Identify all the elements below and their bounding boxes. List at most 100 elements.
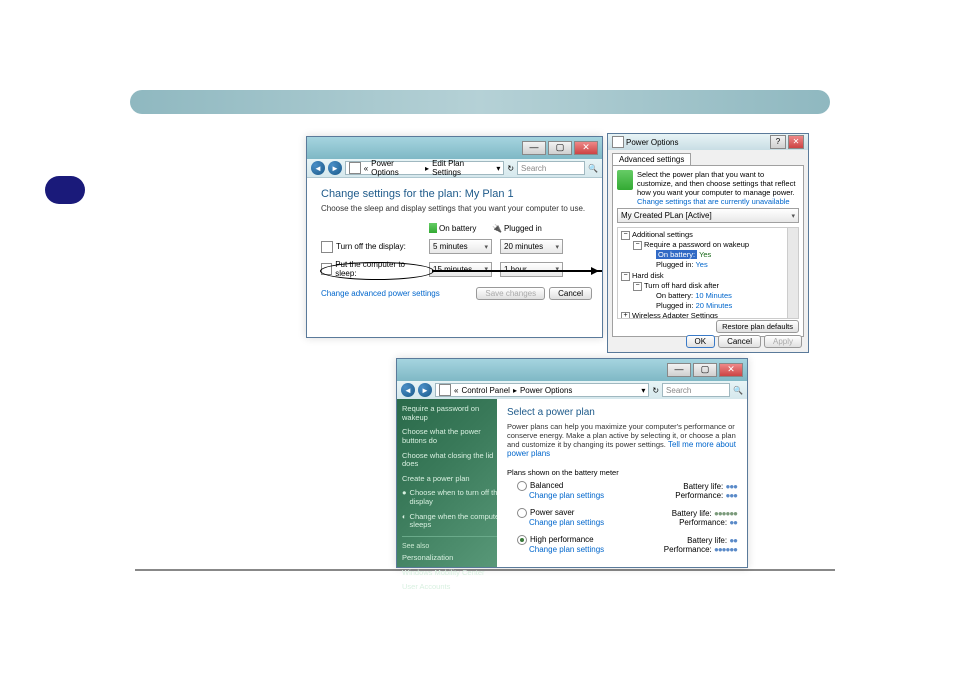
sleep-plugged-select[interactable]: 1 hour▾ [500,262,563,277]
bullet-icon: ● [402,489,407,506]
advanced-settings-link[interactable]: Change advanced power settings [321,289,440,298]
display-plugged-select[interactable]: 20 minutes▾ [500,239,563,254]
battery-icon [429,223,437,233]
collapse-icon[interactable]: − [633,241,642,250]
plan-select[interactable]: My Created PLan [Active]▾ [617,208,799,223]
note-pill [45,176,85,204]
nav-bar: ◄ ► « Power Options ▸ Edit Plan Settings… [307,159,602,178]
crumb[interactable]: Power Options [520,386,572,395]
radio-button[interactable] [517,535,527,545]
search-icon[interactable]: 🔍 [588,164,598,173]
search-input[interactable]: Search [662,383,730,397]
collapse-icon[interactable]: − [633,282,642,291]
dialog-titlebar[interactable]: Power Options ?✕ [608,134,808,150]
refresh-icon[interactable]: ↻ [507,164,514,173]
display-row: Turn off the display: 5 minutes▾ 20 minu… [321,239,588,254]
content-area: Change settings for the plan: My Plan 1 … [307,178,602,308]
search-icon[interactable]: 🔍 [733,386,743,395]
selected-item[interactable]: On battery: [656,250,697,259]
plug-icon: 🔌 [492,224,502,233]
address-bar[interactable]: « Control Panel ▸ Power Options ▾ [435,383,649,397]
change-unavailable-link[interactable]: Change settings that are currently unava… [637,197,790,206]
collapse-icon[interactable]: − [621,231,630,240]
change-plan-link[interactable]: Change plan settings [529,518,604,527]
page-subtitle: Choose the sleep and display settings th… [321,204,588,213]
forward-button[interactable]: ► [328,161,342,175]
separator [402,536,502,537]
maximize-button[interactable]: ▢ [548,141,572,155]
tab-advanced[interactable]: Advanced settings [612,153,691,165]
power-icon [439,384,451,396]
close-button[interactable]: ✕ [788,135,804,149]
page-title: Select a power plan [507,407,737,418]
battery-icon [617,170,633,190]
description-row: Select the power plan that you want to c… [617,170,799,206]
maximize-button[interactable]: ▢ [693,363,717,377]
sleep-icon [321,263,332,275]
radio-button[interactable] [517,481,527,491]
expand-icon[interactable]: + [621,312,630,319]
header-banner [130,90,830,114]
advanced-settings-dialog: Power Options ?✕ Advanced settings Selec… [607,133,809,353]
restore-defaults-button[interactable]: Restore plan defaults [716,320,799,333]
main-content: Select a power plan Power plans can help… [497,399,747,567]
minimize-button[interactable]: — [667,363,691,377]
power-icon [349,162,361,174]
display-battery-select[interactable]: 5 minutes▾ [429,239,492,254]
columns-header: On battery 🔌Plugged in [321,223,588,233]
sidebar-item[interactable]: User Accounts [402,583,502,592]
help-button[interactable]: ? [770,135,786,149]
crumb[interactable]: Power Options [371,159,422,177]
plan-balanced: BalancedBattery life: ●●● Change plan se… [517,481,737,500]
sidebar-item[interactable]: Choose what closing the lid does [402,452,502,469]
address-bar[interactable]: « Power Options ▸ Edit Plan Settings ▾ [345,161,504,175]
sidebar-item[interactable]: ●Choose when to turn off the display [402,489,502,506]
title-bar[interactable]: — ▢ ✕ [307,137,602,159]
title-bar[interactable]: — ▢ ✕ [397,359,747,381]
page-title: Change settings for the plan: My Plan 1 [321,188,588,200]
sidebar-item[interactable]: ◐Change when the computer sleeps [402,513,502,530]
cancel-button[interactable]: Cancel [718,335,761,348]
search-input[interactable]: Search [517,161,585,175]
apply-button[interactable]: Apply [764,335,802,348]
sidebar-item[interactable]: Choose what the power buttons do [402,428,502,445]
sidebar: Require a password on wakeup Choose what… [397,399,507,567]
minimize-button[interactable]: — [522,141,546,155]
tab-pane: Select the power plan that you want to c… [612,165,804,337]
change-plan-link[interactable]: Change plan settings [529,545,604,554]
chevron-down-icon[interactable]: ▾ [641,386,645,395]
page-description: Power plans can help you maximize your c… [507,422,737,458]
sleep-row: Put the computer to sleep: 15 minutes▾ 1… [321,260,588,278]
sidebar-item[interactable]: Create a power plan [402,475,502,484]
refresh-icon[interactable]: ↻ [652,386,659,395]
cancel-button[interactable]: Cancel [549,287,592,300]
plan-high: High performanceBattery life: ●● Change … [517,535,737,554]
radio-button[interactable] [517,508,527,518]
description-text: Select the power plan that you want to c… [637,170,799,197]
ok-button[interactable]: OK [686,335,716,348]
save-button[interactable]: Save changes [476,287,545,300]
close-button[interactable]: ✕ [574,141,598,155]
back-button[interactable]: ◄ [311,161,325,175]
sidebar-item[interactable]: Personalization [402,554,502,563]
section-header: Plans shown on the battery meter [507,468,737,477]
sleep-battery-select[interactable]: 15 minutes▾ [429,262,492,277]
dialog-title: Power Options [626,138,678,147]
back-button[interactable]: ◄ [401,383,415,397]
bullet-icon: ◐ [402,513,407,530]
crumb[interactable]: Edit Plan Settings [432,159,493,177]
sidebar-item[interactable]: Windows Mobility Center [402,569,502,578]
collapse-icon[interactable]: − [621,272,630,281]
close-button[interactable]: ✕ [719,363,743,377]
sidebar-item[interactable]: Require a password on wakeup [402,405,502,422]
change-plan-link[interactable]: Change plan settings [529,491,604,500]
edit-plan-window: — ▢ ✕ ◄ ► « Power Options ▸ Edit Plan Se… [306,136,603,338]
settings-tree[interactable]: −Additional settings −Require a password… [617,227,799,319]
button-row: Save changes Cancel [476,287,592,300]
monitor-icon [321,241,333,253]
crumb[interactable]: Control Panel [461,386,509,395]
forward-button[interactable]: ► [418,383,432,397]
chevron-down-icon[interactable]: ▾ [496,164,500,173]
callout-arrow [432,270,602,272]
see-also-header: See also [402,543,502,550]
